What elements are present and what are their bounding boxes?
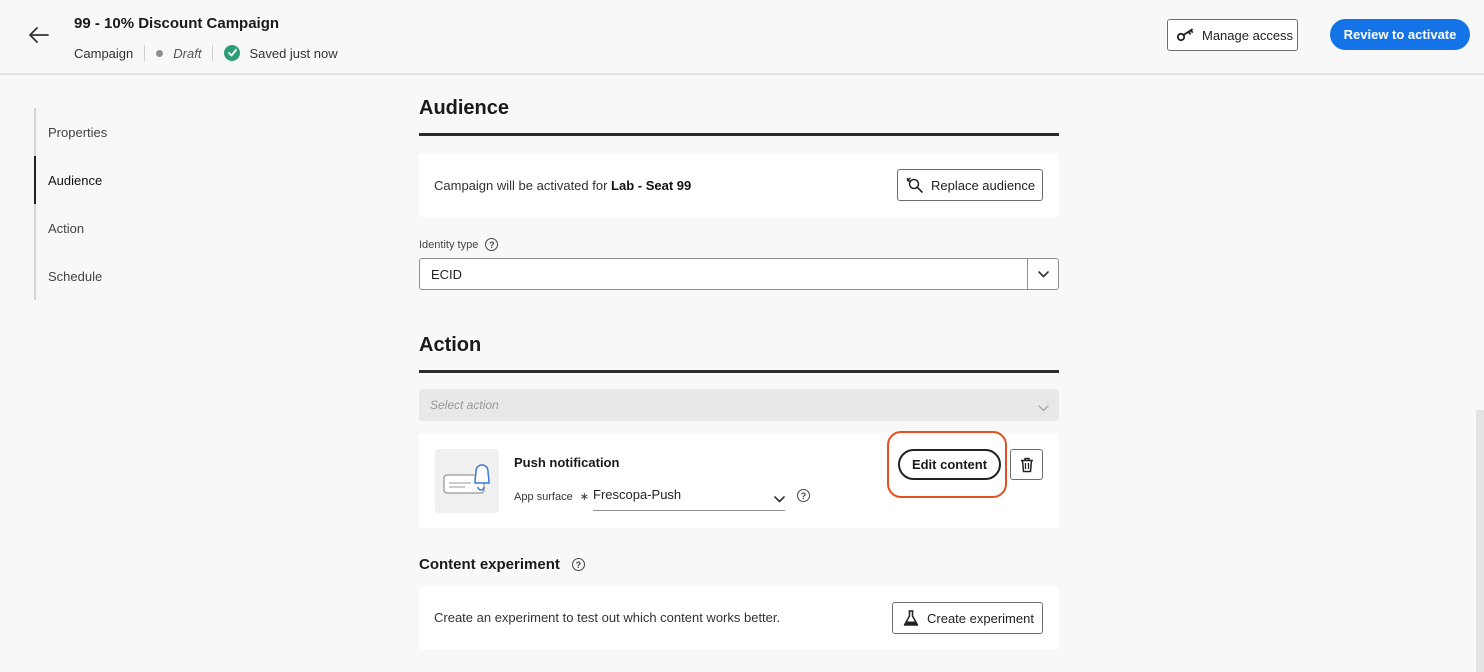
save-status: Saved just now (249, 45, 338, 61)
audience-card: Campaign will be activated for Lab - Sea… (419, 153, 1059, 217)
trash-icon (1020, 457, 1033, 472)
create-experiment-label: Create experiment (927, 610, 1034, 626)
replace-audience-icon (906, 177, 923, 193)
back-arrow-icon[interactable] (26, 22, 52, 48)
content-experiment-text: Content experiment (419, 556, 560, 573)
audience-activation-text: Campaign will be activated for Lab - Sea… (434, 178, 691, 193)
delete-action-button[interactable] (1010, 449, 1043, 480)
nav-item-properties[interactable]: Properties (36, 108, 234, 156)
chevron-down-icon[interactable] (774, 490, 785, 508)
replace-audience-label: Replace audience (931, 177, 1036, 193)
identity-type-value: ECID (431, 267, 463, 282)
activation-prefix: Campaign will be activated for (434, 178, 608, 193)
audience-divider (419, 133, 1059, 136)
experiment-description: Create an experiment to test out which c… (434, 610, 781, 625)
action-heading: Action (419, 334, 482, 356)
content-experiment-card: Create an experiment to test out which c… (419, 586, 1059, 650)
help-icon[interactable]: ? (797, 489, 810, 502)
nav-item-audience[interactable]: Audience (34, 156, 234, 204)
edit-content-button[interactable]: Edit content (898, 449, 1001, 480)
chevron-down-icon[interactable] (1027, 259, 1058, 289)
campaign-title: 99 - 10% Discount Campaign (74, 15, 280, 32)
push-notification-icon (435, 449, 499, 513)
app-surface-label: App surface ∗ (514, 490, 589, 503)
audience-name: Lab - Seat 99 (611, 178, 692, 193)
chevron-down-icon (1038, 399, 1049, 417)
key-icon (1176, 28, 1194, 42)
campaign-type: Campaign (74, 45, 134, 61)
replace-audience-button[interactable]: Replace audience (897, 169, 1043, 201)
identity-type-select[interactable]: ECID (419, 258, 1059, 290)
select-action-dropdown: Select action (419, 389, 1059, 421)
identity-type-label: Identity type ? (419, 238, 499, 251)
nav-item-action[interactable]: Action (36, 204, 234, 252)
app-surface-text: App surface (514, 491, 573, 503)
divider (212, 45, 214, 61)
section-nav: Properties Audience Action Schedule (34, 108, 234, 300)
review-to-activate-button[interactable]: Review to activate (1330, 19, 1470, 50)
action-divider (419, 370, 1059, 373)
campaign-meta: Campaign Draft Saved just now (74, 44, 338, 62)
checkmark-icon (224, 45, 241, 61)
help-icon[interactable]: ? (485, 238, 499, 251)
manage-access-label: Manage access (1202, 27, 1294, 43)
campaign-header: 99 - 10% Discount Campaign Campaign Draf… (0, 0, 1484, 75)
beaker-icon (903, 609, 919, 626)
scrollbar[interactable] (1476, 410, 1484, 672)
status-badge: Draft (173, 45, 202, 61)
help-icon[interactable]: ? (571, 558, 585, 571)
create-experiment-button[interactable]: Create experiment (892, 602, 1043, 634)
identity-type-text: Identity type (419, 238, 479, 251)
divider (144, 45, 146, 61)
required-asterisk-icon: ∗ (579, 491, 589, 503)
content-experiment-heading: Content experiment ? (419, 556, 585, 573)
select-action-placeholder: Select action (430, 398, 499, 412)
push-notification-card: Push notification App surface ∗ Frescopa… (419, 431, 1059, 528)
manage-access-button[interactable]: Manage access (1167, 19, 1298, 51)
app-surface-picker[interactable]: Frescopa-Push (593, 481, 785, 511)
status-dot-icon (156, 49, 164, 57)
push-notification-title: Push notification (514, 455, 620, 470)
app-surface-value: Frescopa-Push (593, 487, 682, 502)
nav-item-schedule[interactable]: Schedule (36, 252, 234, 300)
audience-heading: Audience (419, 97, 510, 119)
